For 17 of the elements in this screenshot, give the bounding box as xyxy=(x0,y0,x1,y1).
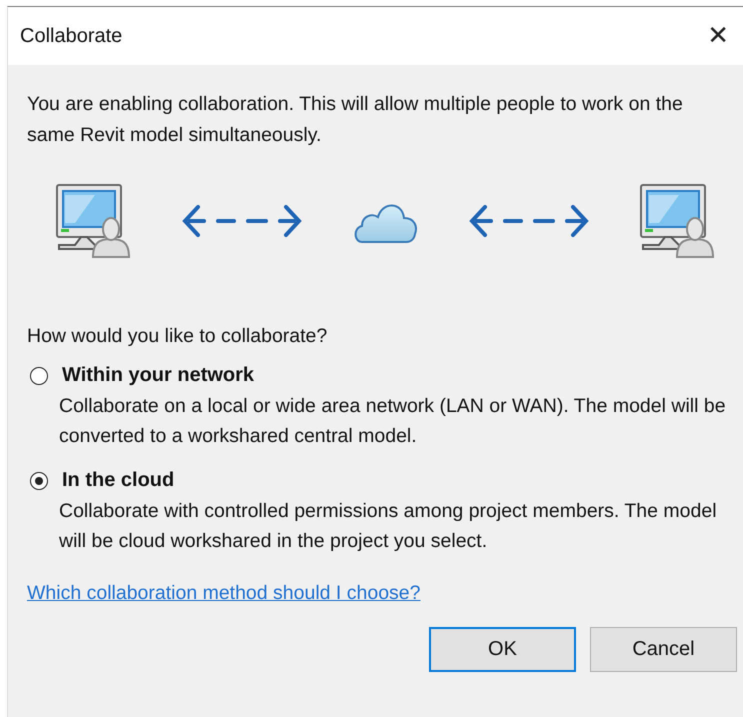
close-button[interactable]: ✕ xyxy=(703,21,733,51)
radio-button[interactable] xyxy=(30,366,48,384)
ok-button[interactable]: OK xyxy=(429,627,576,672)
radio-button[interactable] xyxy=(30,472,48,490)
help-link[interactable]: Which collaboration method should I choose? xyxy=(27,582,420,605)
computer-user-icon xyxy=(55,183,131,259)
option-label: Within your network xyxy=(62,364,254,387)
option-label: In the cloud xyxy=(62,469,174,492)
double-arrow-icon xyxy=(182,203,302,239)
window-title: Collaborate xyxy=(20,24,122,48)
option-description: Collaborate with controlled permissions among project members. The model will be cloud workshared in the project you select. xyxy=(59,499,718,554)
cancel-button[interactable]: Cancel xyxy=(590,627,737,672)
option-description: Collaborate on a local or wide area network (LAN or WAN). The model will be converted to a workshared central model. xyxy=(59,394,727,449)
question-label: How would you like to collaborate? xyxy=(27,325,328,348)
intro-text: You are enabling collaboration. This will allow multiple people to work on the same Revit model simultaneously. xyxy=(27,92,684,148)
computer-user-icon xyxy=(639,183,715,259)
double-arrow-icon xyxy=(468,203,588,239)
